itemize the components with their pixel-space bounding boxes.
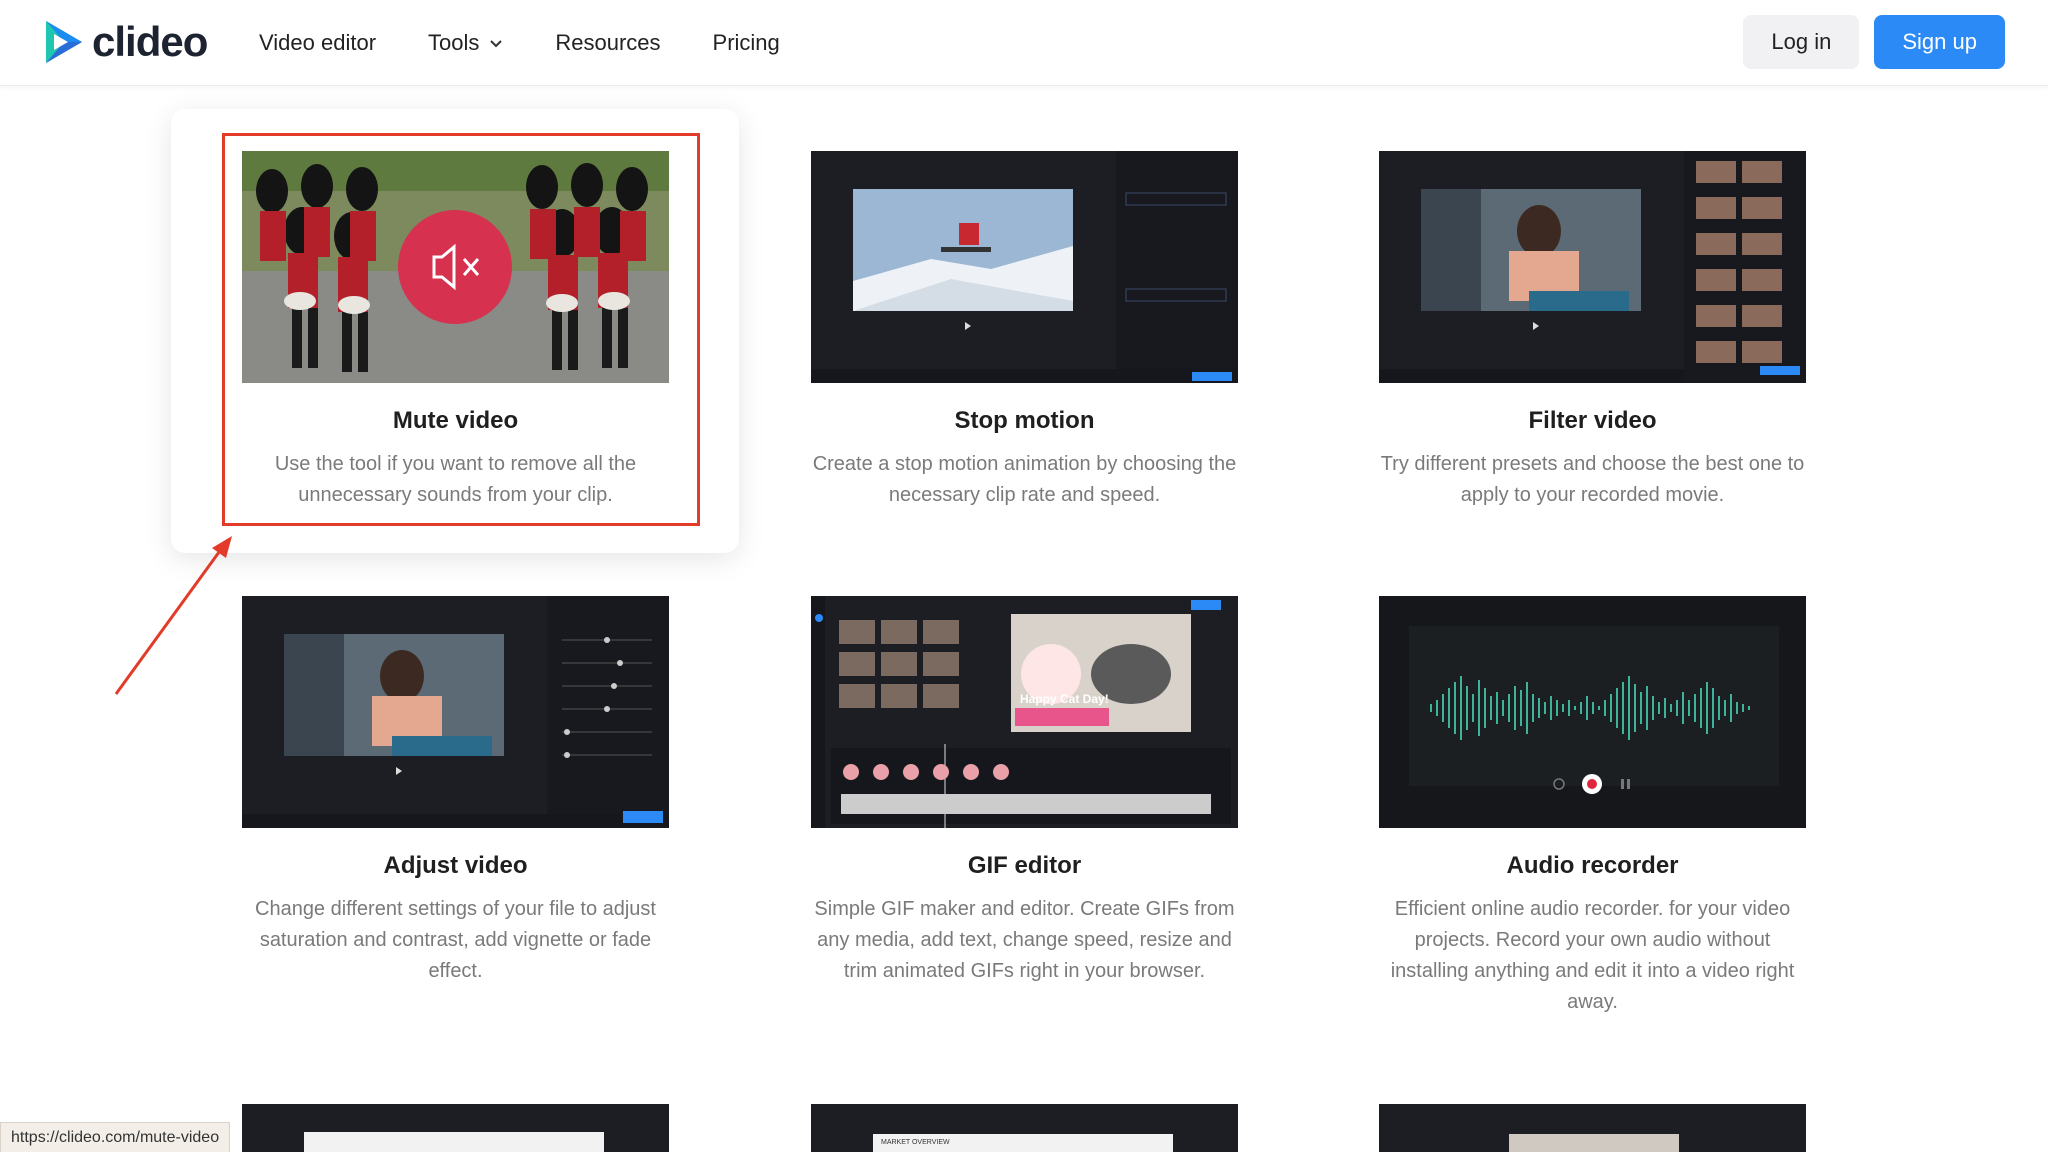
- login-button[interactable]: Log in: [1743, 15, 1860, 69]
- chevron-down-icon: [490, 40, 503, 48]
- annotation-arrow: [114, 536, 232, 695]
- tool-card-partial-1[interactable]: [242, 1104, 669, 1152]
- logo-text: clideo: [92, 18, 208, 65]
- editor-preview-image: [1379, 1104, 1806, 1152]
- tool-card-partial-2[interactable]: MARKET OVERVIEW: [811, 1104, 1238, 1152]
- gif-caption: Happy Cat Day!: [1020, 692, 1109, 706]
- auth-buttons: Log in Sign up: [1743, 15, 2005, 69]
- card-title: GIF editor: [967, 852, 1082, 879]
- audio-recorder-thumbnail: [1379, 596, 1806, 828]
- editor-preview-image: [811, 151, 1238, 383]
- editor-preview-image: [811, 596, 1238, 828]
- nav-pricing[interactable]: Pricing: [713, 30, 780, 56]
- nav-label: Pricing: [712, 30, 780, 55]
- card-description: Efficient online audio recorder. for you…: [1390, 898, 1795, 1013]
- card-title: Stop motion: [954, 407, 1095, 434]
- nav-label: Video editor: [259, 30, 377, 55]
- card-description: Change different settings of your file t…: [255, 898, 656, 982]
- highlight-box: [222, 133, 700, 526]
- market-overview-label: MARKET OVERVIEW: [881, 1139, 950, 1146]
- adjust-video-thumbnail: [242, 596, 669, 828]
- tool-card-filter-video[interactable]: Filter video Try different presets and c…: [1379, 151, 1806, 511]
- filter-video-thumbnail: [1379, 151, 1806, 383]
- gif-editor-thumbnail: Happy Cat Day!: [811, 596, 1238, 828]
- card-description: Create a stop motion animation by choosi…: [812, 453, 1237, 506]
- editor-preview-image: [242, 1104, 669, 1152]
- main-nav: Video editor Tools Resources Pricing: [259, 0, 780, 86]
- nav-label: Tools: [428, 30, 480, 55]
- site-header: clideo Video editor Tools Resources Pric…: [0, 0, 2048, 86]
- card-description: Try different presets and choose the bes…: [1380, 453, 1805, 506]
- nav-tools[interactable]: Tools: [428, 30, 503, 56]
- clideo-logo[interactable]: clideo: [42, 18, 208, 66]
- signup-button[interactable]: Sign up: [1874, 15, 2005, 69]
- card-title: Filter video: [1528, 407, 1657, 434]
- stop-motion-thumbnail: [811, 151, 1238, 383]
- card-title: Audio recorder: [1506, 852, 1679, 879]
- editor-preview-image: [242, 596, 669, 828]
- editor-preview-image: [811, 1104, 1238, 1152]
- play-logo-icon: [46, 21, 82, 63]
- nav-label: Resources: [555, 30, 661, 55]
- nav-video-editor[interactable]: Video editor: [259, 30, 376, 56]
- card-title: Adjust video: [383, 852, 528, 879]
- tool-card-gif-editor[interactable]: Happy Cat Day! GIF editor Simple GIF mak…: [811, 596, 1238, 987]
- nav-resources[interactable]: Resources: [555, 30, 660, 56]
- editor-preview-image: [1379, 151, 1806, 383]
- tool-card-adjust-video[interactable]: Adjust video Change different settings o…: [242, 596, 669, 987]
- tool-card-partial-3[interactable]: [1379, 1104, 1806, 1152]
- tool-card-audio-recorder[interactable]: Audio recorder Efficient online audio re…: [1379, 596, 1806, 1018]
- status-bar-url: https://clideo.com/mute-video: [0, 1122, 231, 1152]
- waveform-image: [1379, 596, 1806, 828]
- tool-card-stop-motion[interactable]: Stop motion Create a stop motion animati…: [811, 151, 1238, 511]
- card-description: Simple GIF maker and editor. Create GIFs…: [814, 898, 1235, 982]
